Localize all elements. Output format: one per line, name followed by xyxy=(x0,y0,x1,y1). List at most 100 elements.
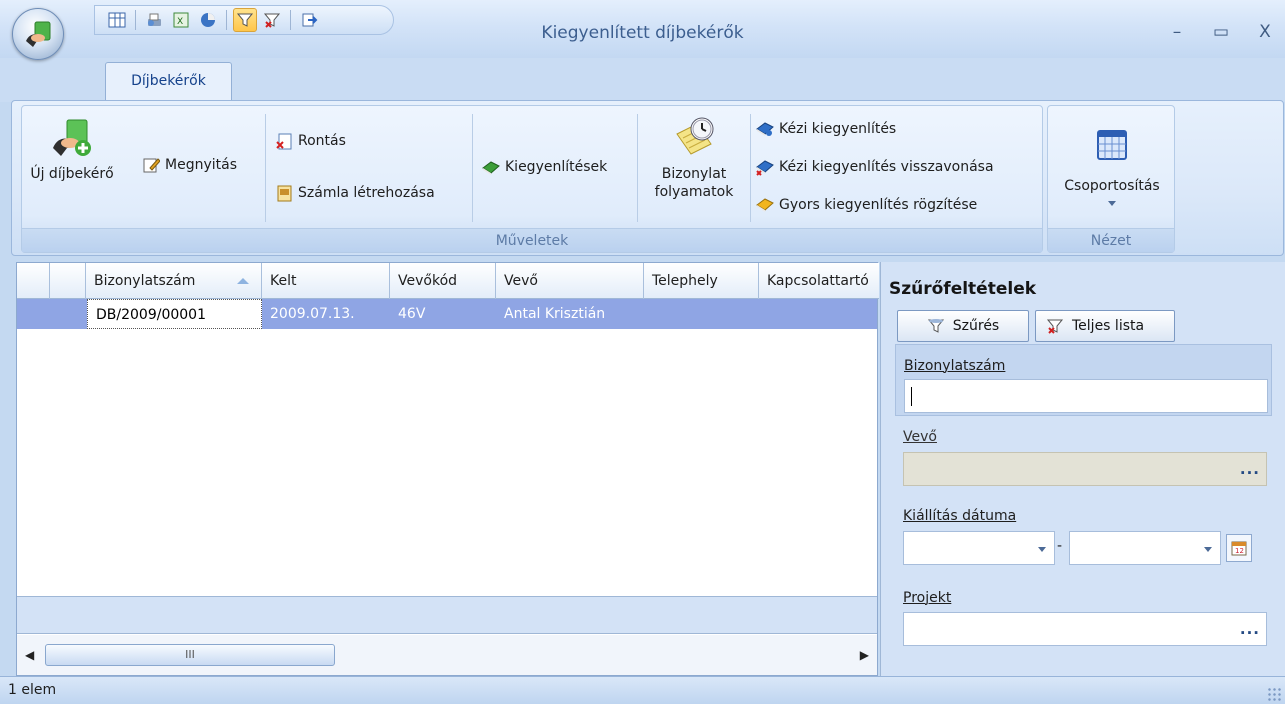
column-header-kelt[interactable]: Kelt xyxy=(262,263,390,299)
cell-kapcsolattarto[interactable] xyxy=(759,299,877,329)
separator xyxy=(750,114,751,222)
print-preview-icon[interactable] xyxy=(142,8,166,32)
quick-settle-label: Gyors kiegyenlítés rögzítése xyxy=(779,197,978,213)
cell-bizonylatszam[interactable]: DB/2009/00001 xyxy=(87,299,262,329)
settlements-button[interactable]: Kiegyenlítések xyxy=(482,158,607,176)
new-request-button[interactable]: Új díjbekérő xyxy=(24,118,120,183)
toolbar-separator xyxy=(290,10,291,30)
quick-access-toolbar: X xyxy=(94,5,394,35)
cell-telephely[interactable] xyxy=(644,299,759,329)
spoil-document-icon xyxy=(276,133,292,150)
cell-kelt[interactable]: 2009.07.13. xyxy=(262,299,390,329)
group-muveletek-label: Műveletek xyxy=(22,228,1042,252)
invoice-icon xyxy=(277,185,292,202)
close-button[interactable]: X xyxy=(1253,20,1277,44)
tab-dijbekerok[interactable]: Díjbekérők xyxy=(105,62,232,100)
customer-label: Vevő xyxy=(903,429,937,445)
app-logo-icon xyxy=(26,21,51,47)
new-request-label: Új díjbekérő xyxy=(30,166,114,182)
table-row[interactable]: DB/2009/00001 2009.07.13. 46V Antal Kris… xyxy=(17,299,877,329)
sort-ascending-icon xyxy=(237,278,249,284)
scroll-left-icon[interactable]: ◀ xyxy=(25,648,34,662)
chevron-down-icon xyxy=(1038,547,1046,552)
yellow-book-icon xyxy=(756,198,774,212)
selector-header[interactable] xyxy=(50,263,86,299)
toolbar-separator xyxy=(135,10,136,30)
doc-number-input[interactable] xyxy=(904,379,1268,413)
status-bar: 1 elem xyxy=(0,676,1285,704)
column-header-kapcsolattarto[interactable]: Kapcsolattartó xyxy=(759,263,879,299)
grid-header: Bizonylatszám Kelt Vevőkód Vevő Telephel… xyxy=(17,263,879,299)
full-list-button[interactable]: Teljes lista xyxy=(1035,310,1175,342)
column-header-vevo[interactable]: Vevő xyxy=(496,263,644,299)
customer-browse-button: ... xyxy=(1239,460,1260,478)
horizontal-scrollbar[interactable]: ◀ III ▶ xyxy=(17,635,877,675)
chart-icon[interactable] xyxy=(196,8,220,32)
text-caret xyxy=(911,387,912,406)
table-icon[interactable] xyxy=(105,8,129,32)
cell-vevokod[interactable]: 46V xyxy=(390,299,496,329)
settlements-label: Kiegyenlítések xyxy=(505,159,608,175)
create-invoice-label: Számla létrehozása xyxy=(298,185,435,201)
group-nezet-label: Nézet xyxy=(1048,228,1174,252)
document-process-label-1: Bizonylat xyxy=(661,166,727,182)
open-button[interactable]: Megnyitás xyxy=(142,156,237,174)
spoil-button[interactable]: Rontás xyxy=(275,132,346,150)
row-indicator-header xyxy=(17,263,50,299)
title-bar: Kiegyenlített díjbekérők X – ▭ X xyxy=(0,0,1285,58)
document-process-button[interactable]: Bizonylat folyamatok xyxy=(640,116,748,201)
column-header-telephely[interactable]: Telephely xyxy=(644,263,759,299)
chevron-down-icon xyxy=(1204,547,1212,552)
project-label: Projekt xyxy=(903,590,952,606)
clear-filter-icon xyxy=(1046,319,1064,334)
application-menu-button[interactable] xyxy=(12,8,64,60)
blue-book-icon xyxy=(756,122,774,136)
manual-settle-label: Kézi kiegyenlítés xyxy=(779,121,897,137)
calendar-button[interactable]: 12 xyxy=(1226,534,1252,562)
new-request-icon xyxy=(53,119,91,156)
group-muveletek: Új díjbekérő Megnyitás Rontás Számla lét… xyxy=(21,105,1043,253)
document-clock-icon xyxy=(676,117,714,155)
excel-icon[interactable]: X xyxy=(169,8,193,32)
create-invoice-button[interactable]: Számla létrehozása xyxy=(275,184,435,202)
date-from-dropdown[interactable] xyxy=(903,531,1055,565)
scrollbar-thumb[interactable]: III xyxy=(45,644,335,666)
resize-grip-icon[interactable] xyxy=(1267,687,1281,701)
window-controls: – ▭ X xyxy=(1165,20,1277,44)
spoil-label: Rontás xyxy=(298,133,346,149)
separator xyxy=(472,114,473,222)
svg-text:X: X xyxy=(177,17,183,27)
quick-settle-button[interactable]: Gyors kiegyenlítés rögzítése xyxy=(756,196,977,214)
clear-filter-icon[interactable] xyxy=(260,8,284,32)
manual-settle-revoke-button[interactable]: Kézi kiegyenlítés visszavonása xyxy=(756,158,994,176)
chevron-down-icon xyxy=(1108,201,1116,206)
column-header-bizonylatszam[interactable]: Bizonylatszám xyxy=(86,263,262,299)
grouping-label: Csoportosítás xyxy=(1064,178,1160,194)
blue-book-revoke-icon xyxy=(756,160,774,176)
svg-text:12: 12 xyxy=(1235,547,1244,555)
green-book-icon xyxy=(482,161,500,175)
ribbon-tab-row: Díjbekérők xyxy=(0,58,1285,102)
grouping-button[interactable]: Csoportosítás xyxy=(1050,128,1174,206)
separator xyxy=(637,114,638,222)
project-input[interactable]: ... xyxy=(903,612,1267,646)
manual-settle-button[interactable]: Kézi kiegyenlítés xyxy=(756,120,896,138)
maximize-button[interactable]: ▭ xyxy=(1209,20,1233,44)
filter-icon[interactable] xyxy=(233,8,257,32)
doc-number-section: Bizonylatszám xyxy=(895,344,1272,416)
filter-title: Szűrőfeltételek xyxy=(889,279,1037,299)
calendar-icon: 12 xyxy=(1231,541,1247,556)
filter-panel: Szűrőfeltételek Szűrés Teljes lista Bizo… xyxy=(880,262,1285,676)
project-browse-button[interactable]: ... xyxy=(1240,620,1260,638)
minimize-button[interactable]: – xyxy=(1165,20,1189,44)
filter-button[interactable]: Szűrés xyxy=(897,310,1029,342)
date-to-dropdown[interactable] xyxy=(1069,531,1221,565)
scroll-right-icon[interactable]: ▶ xyxy=(860,648,869,662)
customer-input: ... xyxy=(903,452,1267,486)
grouping-grid-icon xyxy=(1097,130,1127,160)
export-icon[interactable] xyxy=(297,8,321,32)
column-header-vevokod[interactable]: Vevőkód xyxy=(390,263,496,299)
date-separator: - xyxy=(1057,538,1063,554)
cell-vevo[interactable]: Antal Krisztián xyxy=(496,299,644,329)
doc-number-label: Bizonylatszám xyxy=(904,358,1006,374)
